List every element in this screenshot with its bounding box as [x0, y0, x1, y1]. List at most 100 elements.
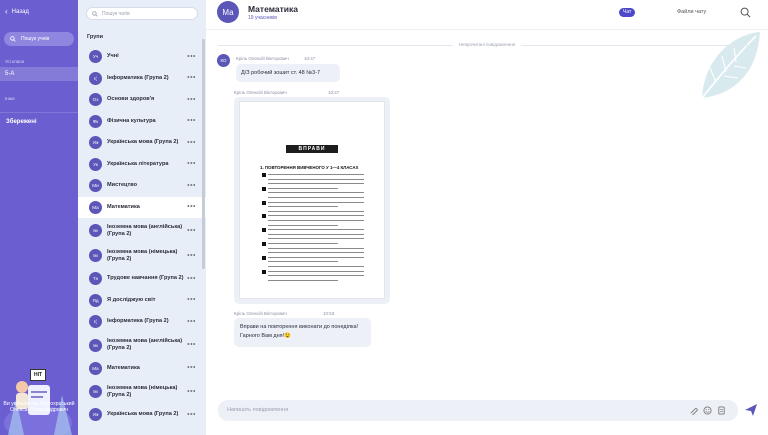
worksheet-line	[268, 215, 364, 217]
search-icon[interactable]	[740, 7, 751, 18]
send-icon[interactable]	[744, 403, 758, 417]
chat-list-item[interactable]: Ум Українська мова (Група 2) •••	[78, 132, 206, 154]
unread-divider: Непрочитані повідомлення	[206, 42, 768, 47]
paperclip-icon[interactable]	[689, 406, 698, 415]
chat-list-item[interactable]: Ім Іноземна мова (німецька) (Група 2) •••	[78, 379, 206, 404]
members-count[interactable]: 19 учасників	[248, 15, 277, 21]
chat-list-item[interactable]: Ми Мистецтво •••	[78, 175, 206, 197]
more-horizontal-icon[interactable]: •••	[187, 411, 196, 418]
chat-list-item[interactable]: Ук Українська література •••	[78, 154, 206, 176]
chat-search-placeholder: Пошук чатів	[102, 10, 130, 17]
search-icon	[10, 36, 16, 42]
message-bubble[interactable]: Д/З робочий зошит ст. 48 №3-7	[236, 64, 340, 82]
promo-sign: НІТ	[30, 369, 46, 381]
chat-list-item[interactable]: Ум Українська мова (Група 2) •••	[78, 404, 206, 426]
message-composer[interactable]: Напишіть повідомлення	[218, 400, 738, 421]
chat-search-input[interactable]: Пошук чатів	[86, 7, 198, 20]
sender-avatar[interactable]: КО	[217, 54, 230, 67]
composer-placeholder: Напишіть повідомлення	[227, 407, 289, 413]
chat-list-item[interactable]: Фк Фізична культура •••	[78, 111, 206, 133]
worksheet-bullet	[262, 200, 266, 205]
more-horizontal-icon[interactable]: •••	[187, 388, 196, 395]
more-horizontal-icon[interactable]: •••	[187, 227, 196, 234]
chat-name: Іноземна мова (німецька) (Група 2)	[107, 384, 178, 398]
chat-list-item[interactable]: Ім Іноземна мова (англійська) (Група 2) ••…	[78, 333, 206, 358]
chat-name: Фізична культура	[107, 117, 156, 124]
other-section-label: Інше	[5, 96, 15, 101]
message-author: Кріль Олексій Вікторович	[234, 90, 287, 95]
more-horizontal-icon[interactable]: •••	[187, 182, 196, 189]
chat-name: Іноземна мова (англійська) (Група 2)	[107, 338, 183, 351]
arrow-left-icon: ‹	[5, 7, 8, 16]
more-horizontal-icon[interactable]: •••	[187, 297, 196, 304]
chat-avatar: Уч	[89, 50, 102, 64]
more-horizontal-icon[interactable]: •••	[187, 365, 196, 372]
worksheet-line	[268, 238, 364, 240]
worksheet-line	[268, 275, 364, 277]
chat-main-area: Ма Математика 19 учасників Чат Файли чат…	[206, 0, 768, 435]
worksheet-bullet	[262, 255, 266, 260]
chat-name: Основи здоров'я	[107, 96, 155, 103]
more-horizontal-icon[interactable]: •••	[187, 275, 196, 282]
worksheet-title-banner: ВПРАВИ	[286, 145, 338, 153]
worksheet-line	[268, 210, 364, 212]
tab-chat[interactable]: Чат	[619, 8, 636, 17]
unread-divider-label: Непрочитані повідомлення	[452, 42, 522, 47]
back-button[interactable]: ‹ Назад	[0, 0, 78, 24]
chat-list-item[interactable]: Яд Я досліджую світ •••	[78, 290, 206, 312]
more-horizontal-icon[interactable]: •••	[187, 204, 196, 211]
more-horizontal-icon[interactable]: •••	[187, 118, 196, 125]
chat-list-item[interactable]: Оз Основи здоров'я •••	[78, 89, 206, 111]
more-horizontal-icon[interactable]: •••	[187, 161, 196, 168]
chat-name: Українська мова (Група 2)	[107, 139, 179, 146]
chat-avatar: І(	[89, 71, 102, 85]
chat-list-item[interactable]: Тн Трудове навчання (Група 2) •••	[78, 268, 206, 290]
class-item-5a[interactable]: 5-А	[0, 67, 78, 81]
more-horizontal-icon[interactable]: •••	[187, 318, 196, 325]
tab-chat-files[interactable]: Файли чату	[677, 8, 706, 17]
chat-list-item[interactable]: Ма Математика •••	[78, 196, 206, 218]
chat-list-item[interactable]: Ма Математика •••	[78, 358, 206, 380]
chat-list-item[interactable]: Ім Іноземна мова (німецька) (Група 2) •••	[78, 243, 206, 268]
chat-list-item[interactable]: І( Інформатика (Група 2) •••	[78, 68, 206, 90]
more-horizontal-icon[interactable]: •••	[187, 96, 196, 103]
emoji-icon[interactable]	[703, 406, 712, 415]
student-search-button[interactable]: Пошук учнів	[4, 32, 74, 46]
worksheet-line	[268, 187, 338, 189]
more-horizontal-icon[interactable]: •••	[187, 252, 196, 259]
more-horizontal-icon[interactable]: •••	[187, 75, 196, 82]
chat-list-scrollbar[interactable]	[202, 39, 205, 269]
more-horizontal-icon[interactable]: •••	[187, 53, 196, 60]
chat-header: Ма Математика 19 учасників Чат Файли чат…	[206, 0, 768, 30]
worksheet-bullet	[262, 269, 266, 274]
chat-list-item[interactable]: І(Інформатика (Група 2) •••	[78, 311, 206, 333]
worksheet-image[interactable]: ВПРАВИ 1. ПОВТОРЕННЯ ВИВЧЕНОГО У 1—4 КЛА…	[239, 101, 385, 299]
message-author: Кріль Олексій Вікторович	[234, 311, 287, 316]
worksheet-bullet	[262, 214, 266, 219]
file-icon[interactable]	[717, 406, 726, 415]
saved-messages-link[interactable]: Збережені	[0, 112, 78, 131]
chat-avatar: Ми	[89, 179, 102, 193]
worksheet-line	[268, 233, 364, 235]
more-horizontal-icon[interactable]: •••	[187, 342, 196, 349]
chat-list-item[interactable]: Уч Учні •••	[78, 46, 206, 68]
worksheet-line	[268, 183, 364, 185]
chat-avatar: Тн	[89, 272, 102, 286]
chat-title: Математика	[248, 4, 298, 14]
worksheet-line	[268, 229, 364, 231]
message-text-line: Вправи на повторення виконати до понеділ…	[240, 324, 359, 330]
student-search-label: Пошук учнів	[21, 36, 50, 42]
message-time: 10:47	[328, 90, 340, 95]
chat-list-item[interactable]: Ім Іноземна мова (англійська) (Група 2) ••…	[78, 218, 206, 243]
chat-avatar: Ма	[89, 200, 102, 214]
message-time: 10:53	[323, 311, 335, 316]
chat-name: Інформатика (Група 2)	[107, 74, 169, 81]
worksheet-line	[268, 247, 364, 249]
more-horizontal-icon[interactable]: •••	[187, 139, 196, 146]
chat-name: Я досліджую світ	[107, 296, 156, 303]
chat-rows: Уч Учні ••• І(Інформатика (Група 2) ••• Оз Осн…	[78, 46, 206, 426]
chat-avatar: Ма	[217, 1, 239, 23]
message-bubble[interactable]: Вправи на повторення виконати до понеділ…	[234, 318, 371, 347]
classes-section-label: Усі класи	[5, 59, 24, 64]
main-sidebar: ‹ Назад Пошук учнів Усі класи 5-А Інше З…	[0, 0, 78, 435]
